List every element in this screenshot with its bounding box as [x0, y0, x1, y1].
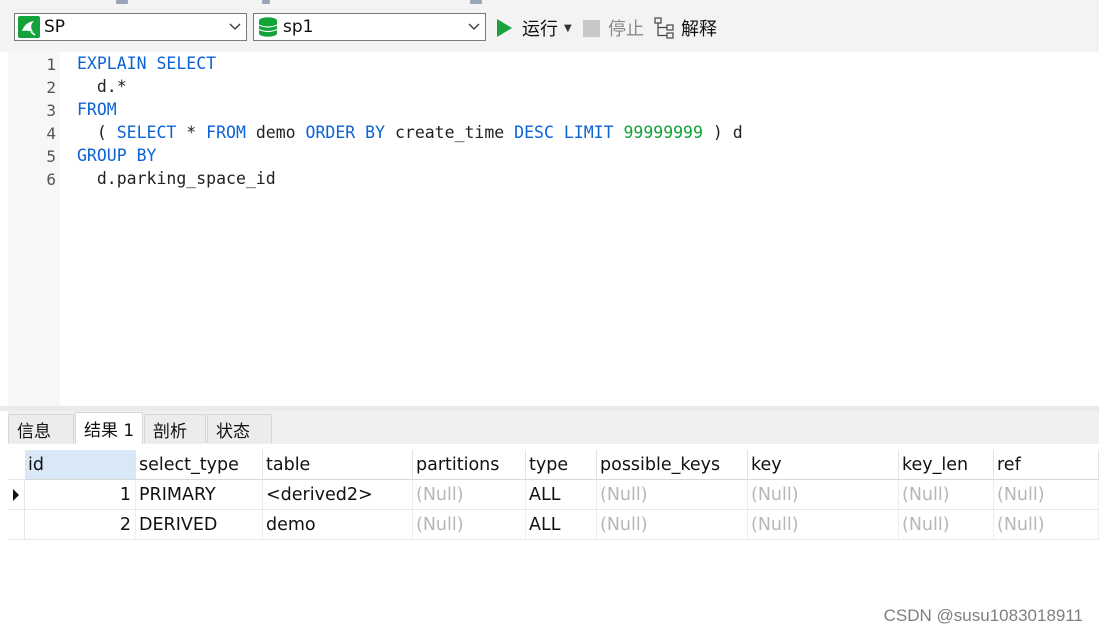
cell-partitions[interactable]: (Null)	[413, 480, 526, 510]
sql-keyword: EXPLAIN SELECT	[77, 54, 217, 73]
cell-table[interactable]: <derived2>	[263, 480, 413, 510]
sql-text: d.parking_space_id	[77, 169, 276, 188]
cell-possible-keys[interactable]: (Null)	[597, 510, 748, 540]
line-number: 1	[46, 55, 56, 74]
toolbar-icon-fragment	[116, 0, 128, 4]
cell-key-len[interactable]: (Null)	[899, 510, 994, 540]
cell-possible-keys[interactable]: (Null)	[597, 480, 748, 510]
column-header[interactable]: type	[526, 450, 597, 480]
code-line: ( SELECT * FROM demo ORDER BY create_tim…	[77, 123, 743, 142]
table-row[interactable]: 2 DERIVED demo (Null) ALL (Null) (Null) …	[8, 510, 1099, 540]
sql-text: (	[77, 123, 117, 142]
row-selector[interactable]	[8, 480, 25, 510]
cell-select-type[interactable]: DERIVED	[136, 510, 263, 540]
sql-keyword: GROUP BY	[77, 146, 157, 165]
line-number: 4	[46, 124, 56, 143]
code-line: GROUP BY	[77, 146, 156, 165]
watermark: CSDN @susu1083018911	[883, 606, 1083, 625]
sql-keyword: ORDER BY	[305, 123, 386, 142]
line-number: 6	[46, 170, 56, 189]
code-line: FROM	[77, 100, 117, 119]
toolbar-icon-fragment	[470, 0, 482, 4]
sql-text: create_time	[385, 123, 515, 142]
cell-ref[interactable]: (Null)	[994, 480, 1099, 510]
sql-number: 99999999	[623, 123, 703, 142]
connection-name: SP	[44, 17, 66, 37]
code-line: d.parking_space_id	[77, 169, 276, 188]
sql-text: d.*	[77, 77, 127, 96]
cell-ref[interactable]: (Null)	[994, 510, 1099, 540]
sql-keyword: DESC	[514, 123, 554, 142]
toolbar-icon-fragment	[262, 0, 270, 4]
cell-type[interactable]: ALL	[526, 480, 597, 510]
tab-profile[interactable]: 剖析	[144, 414, 206, 443]
column-header[interactable]: table	[263, 450, 413, 480]
connection-select[interactable]: SP	[14, 13, 247, 41]
column-header[interactable]: select_type	[136, 450, 263, 480]
column-header[interactable]: partitions	[413, 450, 526, 480]
tab-result-1[interactable]: 结果 1	[75, 412, 143, 444]
run-button[interactable]: 运行 ▼	[497, 14, 572, 42]
line-number: 3	[46, 101, 56, 120]
run-label: 运行	[522, 19, 558, 40]
sql-text: *	[176, 123, 207, 142]
result-grid: id select_type table partitions type pos…	[8, 444, 1099, 632]
chevron-down-icon[interactable]	[463, 14, 485, 40]
cell-partitions[interactable]: (Null)	[413, 510, 526, 540]
grid-header-row: id select_type table partitions type pos…	[8, 450, 1099, 480]
stop-icon	[583, 19, 600, 37]
explain-label: 解释	[681, 19, 717, 40]
cell-key[interactable]: (Null)	[748, 480, 899, 510]
code-line: d.*	[77, 77, 127, 96]
run-dropdown-icon[interactable]: ▼	[564, 23, 572, 34]
column-header[interactable]: ref	[994, 450, 1099, 480]
mysql-connection-icon	[18, 16, 40, 38]
cell-key[interactable]: (Null)	[748, 510, 899, 540]
cell-id[interactable]: 2	[25, 510, 136, 540]
cell-id[interactable]: 1	[25, 480, 136, 510]
sql-text: demo	[245, 123, 306, 142]
table-row[interactable]: 1 PRIMARY <derived2> (Null) ALL (Null) (…	[8, 480, 1099, 510]
line-number: 2	[46, 78, 56, 97]
code-line: EXPLAIN SELECT	[77, 54, 216, 73]
column-header[interactable]: key	[748, 450, 899, 480]
current-row-arrow-icon	[13, 489, 19, 501]
line-number: 5	[46, 147, 56, 166]
explain-button[interactable]: 解释	[654, 14, 717, 42]
stop-button[interactable]: 停止	[583, 14, 644, 42]
cell-key-len[interactable]: (Null)	[899, 480, 994, 510]
sql-editor[interactable]: 1 2 3 4 5 6 EXPLAIN SELECT d.* FROM ( SE…	[8, 52, 1099, 406]
sql-keyword: SELECT	[116, 123, 177, 142]
play-icon	[497, 19, 512, 37]
chevron-down-icon[interactable]	[224, 14, 246, 40]
column-header[interactable]: key_len	[899, 450, 994, 480]
tab-info[interactable]: 信息	[8, 414, 74, 443]
corner-cell	[8, 450, 25, 480]
row-selector[interactable]	[8, 510, 25, 540]
database-icon	[258, 17, 278, 37]
database-select[interactable]: sp1	[253, 13, 486, 41]
result-tabs: 信息 结果 1 剖析 状态	[8, 411, 1099, 444]
sql-keyword: LIMIT	[563, 123, 614, 142]
sql-text: ) d	[702, 123, 743, 142]
database-name: sp1	[283, 17, 314, 37]
query-toolbar: SP sp1 运行 ▼ 停止 解释	[0, 6, 1099, 52]
sql-keyword: FROM	[77, 100, 117, 119]
cell-type[interactable]: ALL	[526, 510, 597, 540]
cell-table[interactable]: demo	[263, 510, 413, 540]
line-number-gutter: 1 2 3 4 5 6	[8, 52, 60, 406]
explain-icon	[654, 17, 674, 39]
tab-status[interactable]: 状态	[207, 414, 272, 443]
sql-keyword: FROM	[206, 123, 246, 142]
stop-label: 停止	[608, 19, 644, 40]
cell-select-type[interactable]: PRIMARY	[136, 480, 263, 510]
column-header[interactable]: id	[25, 450, 136, 480]
column-header[interactable]: possible_keys	[597, 450, 748, 480]
